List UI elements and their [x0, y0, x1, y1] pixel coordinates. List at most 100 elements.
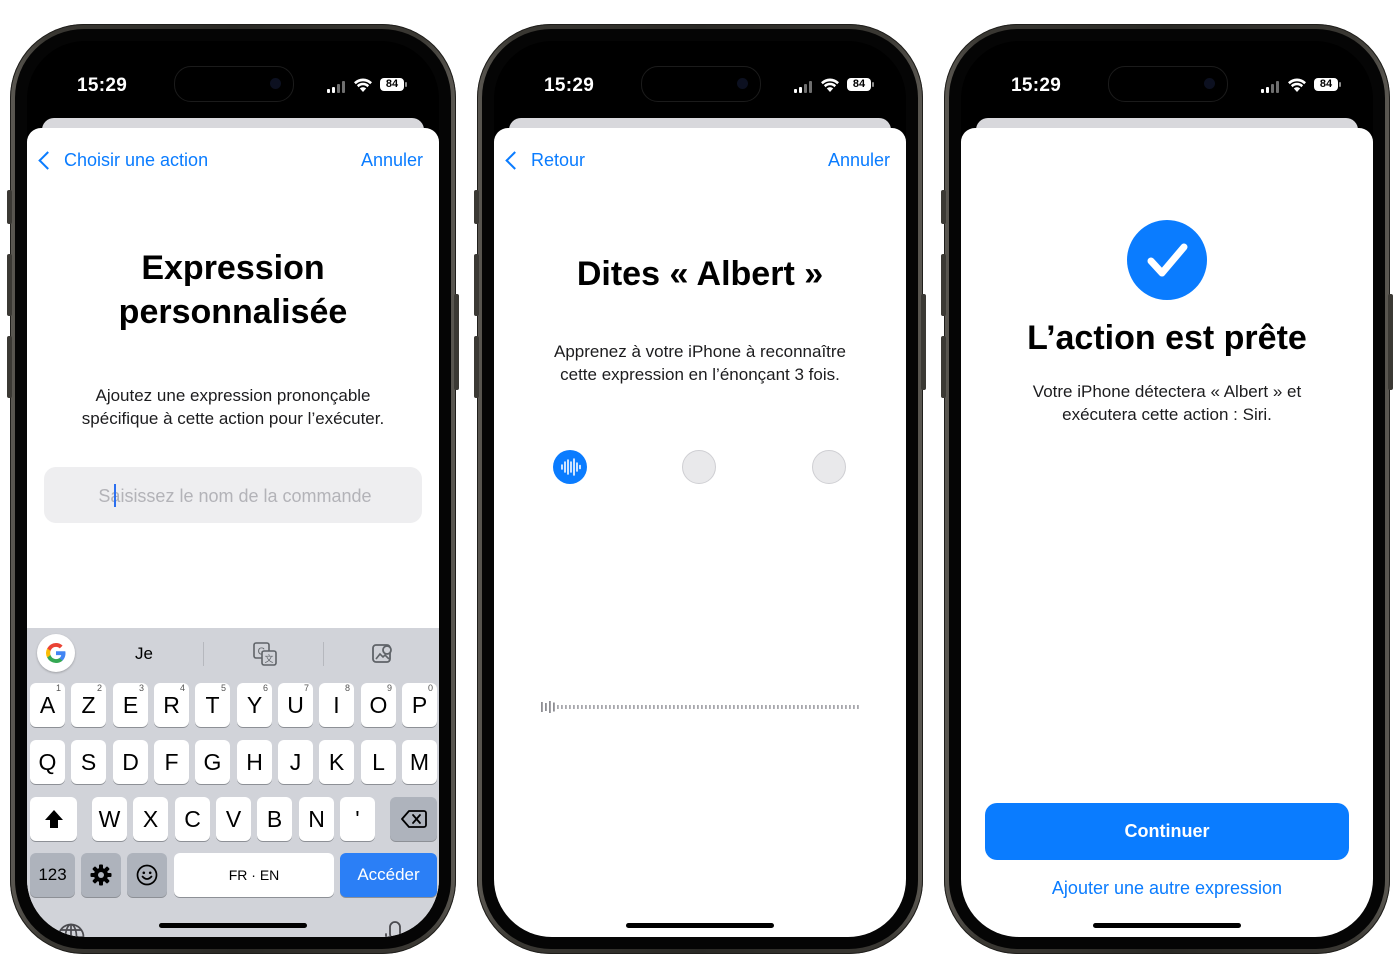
command-name-input[interactable] — [44, 467, 426, 525]
waveform-bar — [689, 705, 691, 709]
key[interactable]: H — [237, 740, 272, 784]
add-another-expression-link[interactable]: Ajouter une autre expression — [961, 878, 1373, 899]
volume-up-button — [941, 254, 946, 316]
home-indicator[interactable] — [159, 923, 307, 928]
key[interactable]: V — [216, 797, 251, 841]
side-button — [454, 294, 459, 390]
key[interactable]: ' — [340, 797, 375, 841]
suggestion-word[interactable]: Je — [135, 644, 153, 664]
back-button-label: Choisir une action — [64, 150, 209, 170]
key[interactable]: T5 — [195, 683, 230, 727]
waveform-bar — [797, 705, 799, 709]
shift-key[interactable] — [30, 797, 77, 841]
action-button — [474, 190, 479, 224]
key[interactable]: Q — [30, 740, 65, 784]
description-line-1: Votre iPhone détectera « Albert » et — [1032, 382, 1302, 401]
phone-3: 15:29 84 L’action est prête Votre iPhone… — [941, 24, 1393, 954]
return-key[interactable]: Accéder — [340, 853, 437, 897]
command-name-field[interactable] — [44, 467, 426, 525]
waveform-bar — [645, 705, 647, 709]
waveform-bar — [693, 705, 695, 709]
delete-key[interactable] — [390, 797, 437, 841]
suggestion-divider — [323, 642, 324, 666]
google-logo-icon[interactable] — [37, 634, 75, 672]
volume-up-button — [474, 254, 479, 316]
keyboard-settings-key[interactable] — [81, 853, 121, 897]
key[interactable]: N — [299, 797, 334, 841]
recording-step-2 — [682, 450, 716, 484]
key[interactable]: C — [175, 797, 210, 841]
key[interactable]: Z2 — [71, 683, 106, 727]
cellular-signal-icon — [327, 81, 347, 93]
waveform-bar — [565, 705, 567, 709]
home-indicator[interactable] — [626, 923, 774, 928]
key[interactable]: P0 — [402, 683, 437, 727]
waveform-bar — [685, 705, 687, 709]
action-button — [941, 190, 946, 224]
back-button[interactable]: Retour — [504, 150, 585, 171]
action-button — [7, 190, 12, 224]
page-description: Votre iPhone détectera « Albert » et exé… — [981, 380, 1353, 426]
key[interactable]: Y6 — [237, 683, 272, 727]
home-indicator[interactable] — [1093, 923, 1241, 928]
key[interactable]: S — [71, 740, 106, 784]
page-description: Apprenez à votre iPhone à reconnaître ce… — [514, 340, 886, 386]
page-title: Dites « Albert » — [576, 255, 824, 293]
key[interactable]: G — [195, 740, 230, 784]
emoji-key[interactable] — [127, 853, 167, 897]
cancel-button[interactable]: Annuler — [828, 150, 890, 171]
status-time: 15:29 — [1011, 75, 1062, 96]
space-key[interactable]: FR · EN — [174, 853, 334, 897]
sheet-say-phrase: Retour Annuler Dites « Albert » Apprenez… — [494, 128, 906, 937]
key[interactable]: D — [113, 740, 148, 784]
translate-icon[interactable]: G 文 — [253, 642, 277, 666]
page-description: Ajoutez une expression prononçable spéci… — [47, 384, 419, 430]
dynamic-island — [641, 66, 761, 102]
key[interactable]: W — [92, 797, 127, 841]
phone-1: 15:29 84 Choisir une action Annuler Expr… — [7, 24, 459, 954]
key[interactable]: O9 — [361, 683, 396, 727]
waveform-bar — [681, 705, 683, 709]
key[interactable]: K — [319, 740, 354, 784]
waveform-bar — [849, 705, 851, 709]
volume-down-button — [474, 336, 479, 398]
key[interactable]: I8 — [319, 683, 354, 727]
key[interactable]: R4 — [154, 683, 189, 727]
waveform-bar — [637, 705, 639, 709]
key[interactable]: M — [402, 740, 437, 784]
front-camera — [1204, 78, 1215, 89]
key[interactable]: B — [257, 797, 292, 841]
continue-button[interactable]: Continuer — [985, 803, 1349, 860]
waveform-bar — [545, 703, 547, 711]
sticker-search-icon[interactable] — [371, 642, 395, 666]
waveform-bar — [757, 705, 759, 709]
cancel-button[interactable]: Annuler — [361, 150, 423, 171]
back-button[interactable]: Choisir une action — [37, 150, 208, 171]
key[interactable]: U7 — [278, 683, 313, 727]
microphone-icon[interactable] — [383, 920, 407, 937]
key[interactable]: J — [278, 740, 313, 784]
waveform-bar — [781, 705, 783, 709]
waveform-bar — [721, 705, 723, 709]
key[interactable]: E3 — [113, 683, 148, 727]
page-title-line-2: personnalisée — [118, 293, 348, 331]
waveform-bar — [569, 705, 571, 709]
battery-icon: 84 — [1314, 78, 1341, 91]
back-button-label: Retour — [531, 150, 586, 170]
screen: 15:29 84 L’action est prête Votre iPhone… — [961, 41, 1373, 937]
keyboard: Je G 文 A1 — [27, 628, 439, 937]
numbers-key[interactable]: 123 — [30, 853, 75, 897]
key[interactable]: X — [133, 797, 168, 841]
key[interactable]: A1 — [30, 683, 65, 727]
checkmark-icon — [1127, 220, 1207, 300]
waveform-bar — [561, 705, 563, 709]
key[interactable]: F — [154, 740, 189, 784]
waveform-bar — [649, 705, 651, 709]
waveform-bar — [773, 705, 775, 709]
page-title-line-1: Expression — [141, 249, 325, 287]
key[interactable]: L — [361, 740, 396, 784]
chevron-left-icon — [38, 151, 57, 170]
globe-icon[interactable] — [56, 922, 86, 937]
description-line-2: cette expression en l’énonçant 3 fois. — [560, 365, 840, 384]
waveform-bar — [553, 702, 555, 712]
